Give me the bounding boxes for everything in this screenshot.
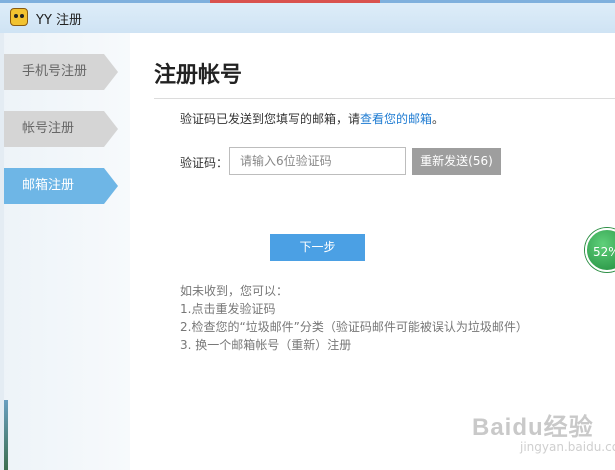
title-bar-accent-line [210, 0, 380, 3]
notice-end: 。 [432, 112, 445, 126]
window-title: YY 注册 [36, 13, 83, 28]
help-line: 1.点击重发验证码 [180, 302, 276, 316]
background-decoration [0, 400, 8, 470]
baidu-watermark-url: jingyan.baidu.com [520, 440, 615, 454]
resend-button[interactable]: 重新发送(56) [412, 148, 501, 175]
next-step-button[interactable]: 下一步 [270, 234, 365, 261]
sidebar-item-account-register[interactable]: 帐号注册 [4, 111, 118, 147]
check-email-link[interactable]: 查看您的邮箱 [360, 112, 432, 126]
code-label: 验证码： [180, 156, 229, 170]
page-title: 注册帐号 [154, 63, 243, 88]
help-line: 2.检查您的“垃圾邮件”分类（验证码邮件可能被误认为垃圾邮件） [180, 320, 528, 334]
sidebar: 手机号注册 帐号注册 邮箱注册 [0, 33, 130, 470]
help-text: 如未收到，您可以： 1.点击重发验证码 2.检查您的“垃圾邮件”分类（验证码邮件… [180, 282, 528, 354]
progress-badge[interactable]: 52% [585, 228, 615, 272]
help-line: 3. 换一个邮箱帐号（重新）注册 [180, 338, 352, 352]
yy-app-icon [10, 8, 28, 26]
notice-text: 验证码已发送到您填写的邮箱，请 [180, 112, 361, 126]
help-line: 如未收到，您可以： [180, 284, 289, 298]
verification-code-input[interactable] [229, 147, 406, 175]
baidu-watermark: Baidu经验 [472, 414, 594, 441]
verification-notice: 验证码已发送到您填写的邮箱，请查看您的邮箱。 [180, 110, 444, 127]
title-bar: YY 注册 [0, 0, 615, 33]
title-divider [154, 98, 615, 99]
sidebar-item-phone-register[interactable]: 手机号注册 [4, 54, 118, 90]
sidebar-item-email-register[interactable]: 邮箱注册 [4, 168, 118, 204]
